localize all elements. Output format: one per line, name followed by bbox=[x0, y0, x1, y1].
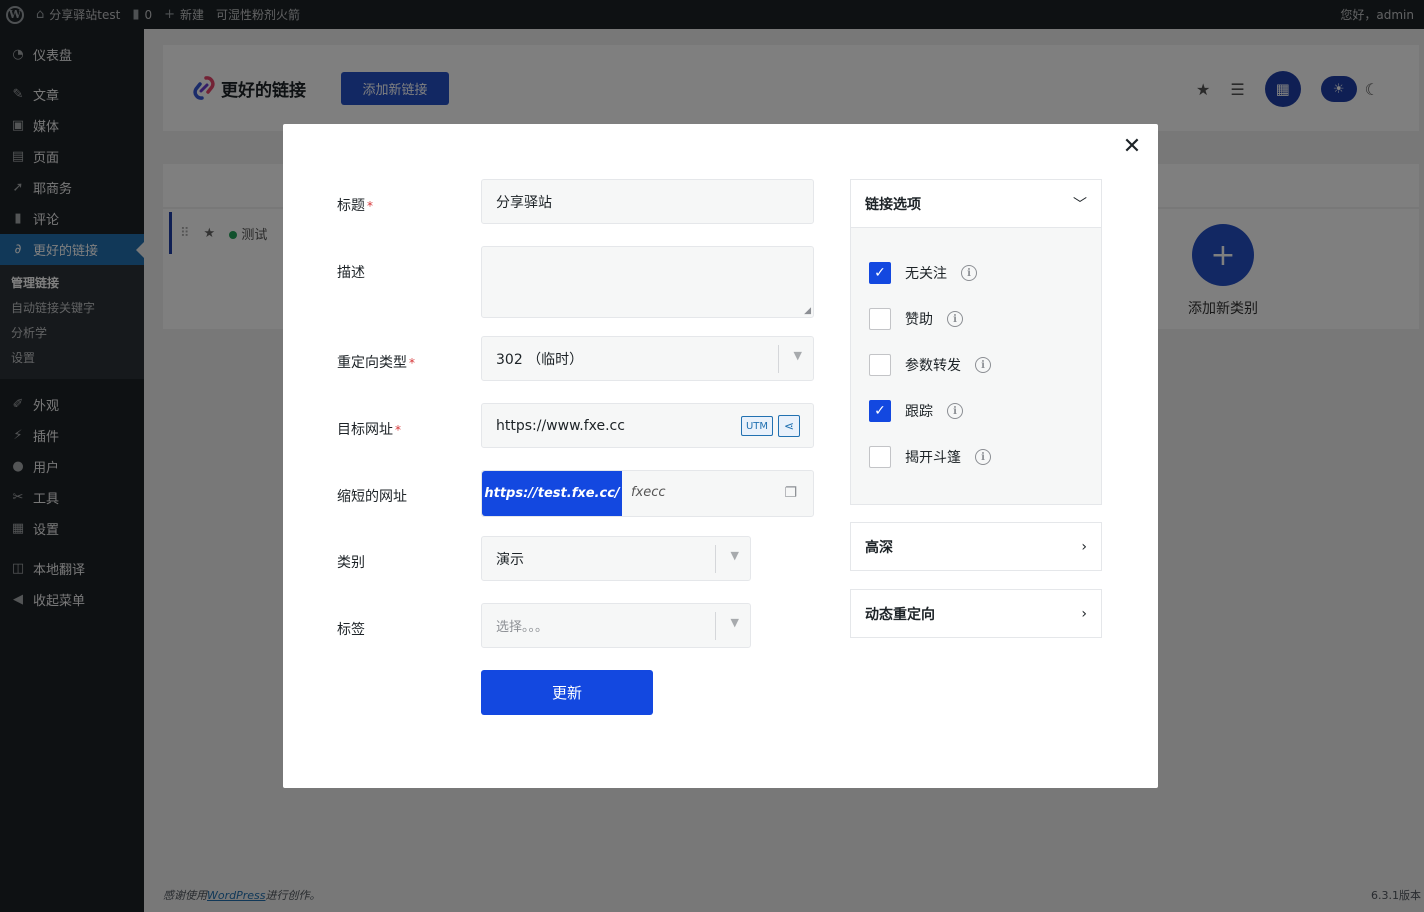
dynamic-redirect-header[interactable]: 动态重定向 › bbox=[851, 590, 1101, 637]
advanced-panel: 高深 › bbox=[850, 522, 1102, 571]
dynamic-redirect-panel: 动态重定向 › bbox=[850, 589, 1102, 638]
option-tracking[interactable]: ✓ 跟踪 i bbox=[851, 388, 1101, 434]
target-url-input[interactable]: https://www.fxe.cc UTM ⋖ bbox=[481, 403, 814, 448]
info-icon[interactable]: i bbox=[947, 403, 963, 419]
redirect-type-label: 重定向类型 * bbox=[337, 355, 415, 371]
target-url-label: 目标网址 * bbox=[337, 422, 401, 438]
edit-link-modal: ✕ 标题 * 分享驿站 描述 ◢ 重定向类型 * 302 （临时） ▼ 目标网址 * h… bbox=[283, 124, 1158, 788]
close-icon[interactable]: ✕ bbox=[1120, 134, 1144, 159]
info-icon[interactable]: i bbox=[975, 357, 991, 373]
chevron-down-icon: ▼ bbox=[793, 349, 802, 362]
chevron-down-icon: ﹀ bbox=[1073, 196, 1087, 213]
resize-handle-icon[interactable]: ◢ bbox=[804, 306, 811, 316]
category-label: 类别 bbox=[337, 555, 365, 571]
utm-button[interactable]: UTM bbox=[741, 416, 773, 436]
link-options-header[interactable]: 链接选项 ﹀ bbox=[851, 180, 1101, 227]
short-url-field: https://test.fxe.cc/ fxecc ❐ bbox=[481, 470, 814, 517]
info-icon[interactable]: i bbox=[975, 449, 991, 465]
chevron-right-icon: › bbox=[1081, 605, 1087, 622]
option-parameter-forwarding[interactable]: 参数转发 i bbox=[851, 342, 1101, 388]
short-url-prefix: https://test.fxe.cc/ bbox=[482, 471, 622, 516]
sponsored-checkbox[interactable] bbox=[869, 308, 891, 330]
info-icon[interactable]: i bbox=[961, 265, 977, 281]
link-options-list: ✓ 无关注 i 赞助 i 参数转发 i ✓ 跟踪 i 揭开斗篷 i bbox=[851, 227, 1101, 504]
tags-label: 标签 bbox=[337, 622, 365, 638]
advanced-header[interactable]: 高深 › bbox=[851, 523, 1101, 570]
short-url-label: 缩短的网址 bbox=[337, 489, 407, 505]
category-select[interactable]: 演示 ▼ bbox=[481, 536, 751, 581]
option-uncloak[interactable]: 揭开斗篷 i bbox=[851, 434, 1101, 480]
update-button[interactable]: 更新 bbox=[481, 670, 653, 715]
option-nofollow[interactable]: ✓ 无关注 i bbox=[851, 250, 1101, 296]
description-label: 描述 bbox=[337, 265, 365, 281]
title-label: 标题 * bbox=[337, 198, 373, 214]
option-sponsored[interactable]: 赞助 i bbox=[851, 296, 1101, 342]
nofollow-checkbox[interactable]: ✓ bbox=[869, 262, 891, 284]
tracking-checkbox[interactable]: ✓ bbox=[869, 400, 891, 422]
chevron-down-icon: ▼ bbox=[730, 549, 739, 562]
share-icon[interactable]: ⋖ bbox=[778, 415, 800, 437]
info-icon[interactable]: i bbox=[947, 311, 963, 327]
description-textarea[interactable]: ◢ bbox=[481, 246, 814, 318]
chevron-down-icon: ▼ bbox=[730, 616, 739, 629]
copy-icon[interactable]: ❐ bbox=[784, 485, 797, 501]
title-input[interactable]: 分享驿站 bbox=[481, 179, 814, 224]
link-options-panel: 链接选项 ﹀ ✓ 无关注 i 赞助 i 参数转发 i ✓ 跟踪 i 揭开斗篷 i bbox=[850, 179, 1102, 505]
uncloak-checkbox[interactable] bbox=[869, 446, 891, 468]
short-url-slug-input[interactable]: fxecc bbox=[631, 485, 666, 500]
parameter-forwarding-checkbox[interactable] bbox=[869, 354, 891, 376]
redirect-type-select[interactable]: 302 （临时） ▼ bbox=[481, 336, 814, 381]
tags-select[interactable]: 选择。。。 ▼ bbox=[481, 603, 751, 648]
chevron-right-icon: › bbox=[1081, 538, 1087, 555]
